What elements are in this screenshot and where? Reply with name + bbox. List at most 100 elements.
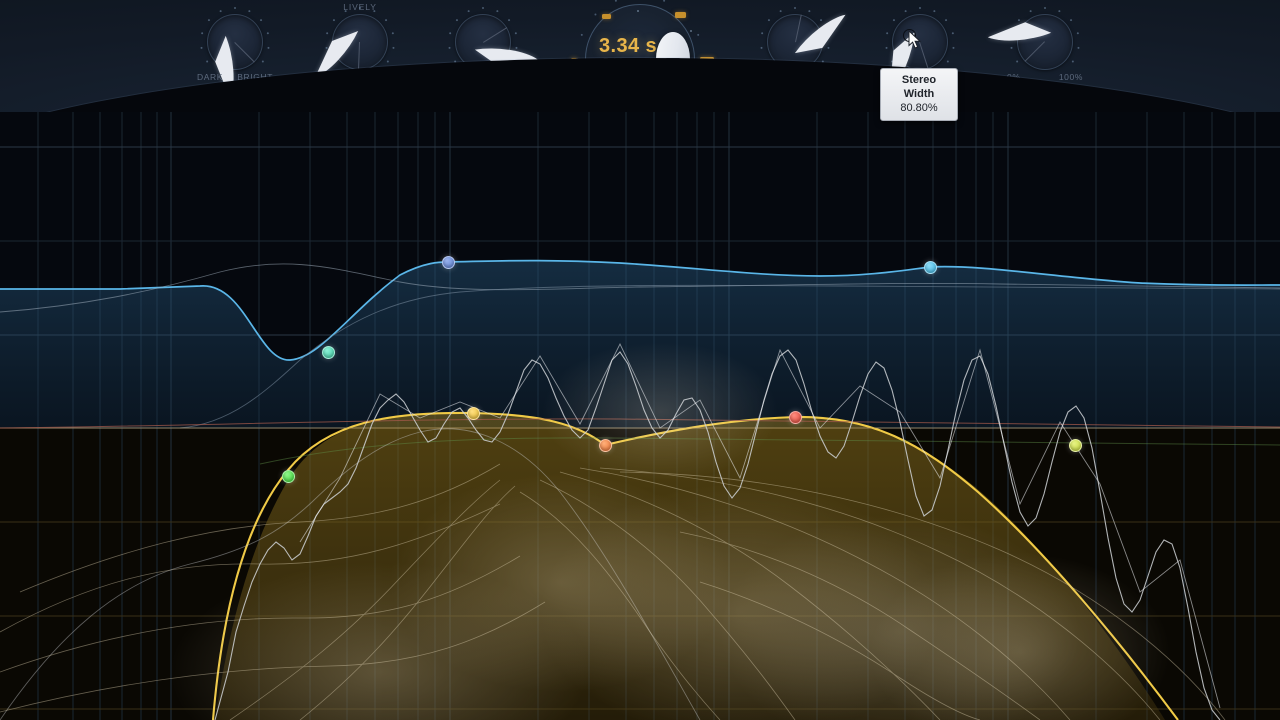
node-blue[interactable] <box>441 255 455 269</box>
knob-min-label: 0% <box>1007 72 1021 82</box>
knob-max-label: 200% <box>808 72 833 82</box>
node-red[interactable] <box>788 410 802 424</box>
space-ring-tick <box>702 58 704 60</box>
node-lime[interactable] <box>1068 438 1082 452</box>
knob-tick <box>904 10 907 13</box>
space-dot-2 <box>585 62 587 64</box>
knob-group-brightness: DARK BRIGHT BRIGHTNESS <box>195 7 279 100</box>
knob-range-labels-distance: CLOSE FAR <box>443 72 523 84</box>
knob-tick <box>454 60 457 63</box>
eq-plot[interactable] <box>0 112 1280 720</box>
knob-tick <box>344 10 347 13</box>
knob-tick <box>449 32 452 35</box>
knob-tick <box>1076 32 1079 35</box>
knob-tick <box>248 10 251 13</box>
knob-range-labels-mix: 0% 100% <box>1005 72 1085 84</box>
knob-group-distance: CLOSE FAR DISTANCE <box>443 7 538 99</box>
tooltip-title: Stereo Width <box>901 74 937 100</box>
knob-max-label: CHORUS <box>357 72 398 82</box>
knob-name-text: MIX <box>1039 88 1064 100</box>
knob-min-label: 50% <box>757 72 776 82</box>
node-mint[interactable] <box>321 345 335 359</box>
knob-tick <box>267 46 270 49</box>
knob-tick <box>919 7 921 9</box>
knob-tick <box>467 10 470 13</box>
knob-tick <box>455 19 458 22</box>
knob-tick <box>933 10 936 13</box>
knob-tick <box>392 46 395 49</box>
space-ring-tick <box>580 33 583 36</box>
knob-tick <box>359 7 361 9</box>
node-cyan[interactable] <box>923 260 937 274</box>
knob-tick <box>326 32 329 35</box>
space-marker-top-left[interactable] <box>602 14 611 19</box>
stereo-width-tooltip: Stereo Width 80.80% <box>880 68 958 121</box>
knob-tick <box>766 60 769 63</box>
decay-rate-knob[interactable] <box>760 7 846 70</box>
space-ring-tick <box>594 13 597 16</box>
knob-min-label: CLEAN <box>322 72 354 82</box>
brightness-knob[interactable] <box>200 7 270 100</box>
space-ring-tick <box>697 82 700 85</box>
space-marker-right[interactable] <box>700 57 714 64</box>
space-dot-3 <box>598 100 600 102</box>
distance-knob[interactable] <box>448 7 538 70</box>
knob-tick <box>482 7 484 9</box>
top-control-bar: DARK BRIGHT BRIGHTNESS LIVELY CLEAN CHOR… <box>0 0 1280 112</box>
knob-tick <box>892 19 895 22</box>
knob-tick <box>1071 60 1074 63</box>
knob-tick <box>386 60 389 63</box>
knob-tick <box>1070 19 1073 22</box>
knob-tick <box>1058 10 1061 13</box>
character-knob[interactable] <box>314 7 395 78</box>
space-marker-top-right[interactable] <box>675 12 686 18</box>
knob-tick <box>448 46 451 49</box>
space-knob-handle[interactable] <box>656 32 690 86</box>
knob-tick <box>760 46 763 49</box>
space-marker-left[interactable] <box>571 58 577 64</box>
space-subvalue: 5.16s 65% <box>603 57 653 68</box>
space-ring-tick <box>663 0 666 2</box>
space-ring-tick <box>594 102 597 105</box>
knob-name-mix: MIX <box>1005 86 1085 101</box>
knob-max-label: BRIGHT <box>237 72 273 82</box>
knob-tick <box>385 19 388 22</box>
knob-tick <box>391 32 394 35</box>
knob-name-text: DECAY RATE <box>773 87 817 111</box>
space-dot-4 <box>690 30 692 32</box>
node-green[interactable] <box>281 469 295 483</box>
space-ring-tick <box>614 0 617 2</box>
knob-range-labels-brightness: DARK BRIGHT <box>195 72 275 84</box>
knob-tick <box>261 60 264 63</box>
knob-range-labels-character: CLEAN CHORUS <box>320 72 400 84</box>
knob-name-brightness: BRIGHTNESS <box>195 87 279 99</box>
lock-icon[interactable] <box>1027 86 1036 101</box>
knob-name-character: CHARACTER <box>320 87 400 99</box>
knob-tick <box>885 46 888 49</box>
knob-tick <box>266 32 269 35</box>
knob-tick <box>1044 7 1046 9</box>
space-knob[interactable]: 3.34 s 5.16s 65% <box>576 0 704 112</box>
knob-tick <box>508 19 511 22</box>
knob-name-text: CHARACTER <box>320 87 402 99</box>
plugin-window: DARK BRIGHT BRIGHTNESS LIVELY CLEAN CHOR… <box>0 0 1280 720</box>
knob-tick <box>761 32 764 35</box>
knob-min-label: DARK <box>197 72 224 82</box>
knob-name-text: BRIGHTNESS <box>195 87 281 99</box>
eq-display[interactable]: Decay Rate EQ Post EQ 18 dB 200% 100% 50… <box>0 112 1280 720</box>
knob-tick <box>373 10 376 13</box>
knob-group-space: 3.34 s 5.16s 65% SPACE <box>570 0 710 112</box>
knob-tick <box>207 19 210 22</box>
node-yellow[interactable] <box>466 406 480 420</box>
space-dot-1 <box>637 10 639 12</box>
space-ring-tick <box>580 82 583 85</box>
knob-pointer <box>302 30 361 98</box>
mix-knob[interactable] <box>987 7 1080 70</box>
space-ring-tick <box>576 58 578 60</box>
knob-tick <box>886 32 889 35</box>
tooltip-value: 80.80% <box>900 102 938 114</box>
knob-tick <box>332 19 335 22</box>
knob-tick <box>794 7 796 9</box>
knob-name-distance: DISTANCE <box>443 87 523 99</box>
node-orange[interactable] <box>598 438 612 452</box>
